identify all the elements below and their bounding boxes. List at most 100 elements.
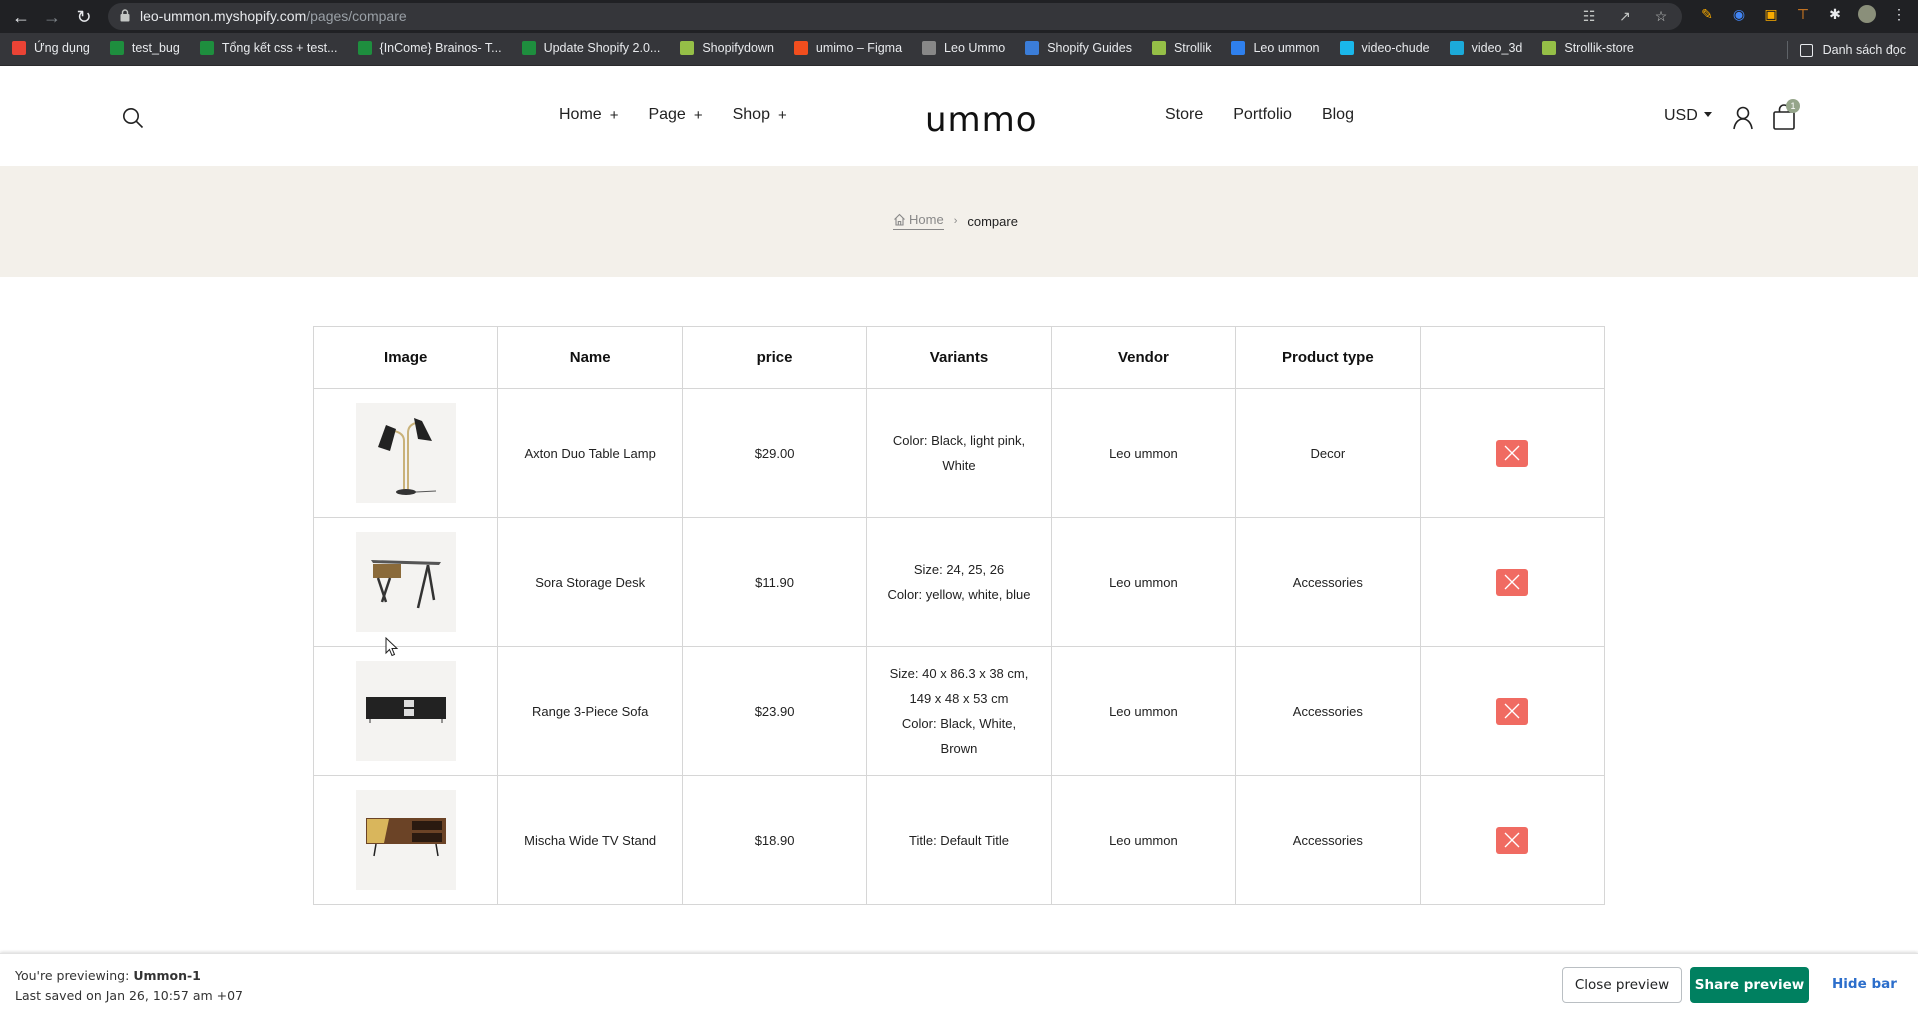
cell-price: $29.00 [681,388,868,518]
bookmark-item[interactable]: Strollik [1151,41,1211,55]
product-image-table-lamp[interactable] [355,403,456,503]
translate-icon[interactable]: ☷ [1580,8,1598,25]
extension-colorpicker-icon[interactable]: ◉ [1730,5,1748,23]
menu-item-home[interactable]: Home + [559,106,618,124]
reading-list-button[interactable]: Danh sách đọc [1786,41,1906,59]
remove-product-button[interactable] [1496,439,1529,467]
product-price: $18.90 [754,832,795,848]
bookmark-item[interactable]: Shopifydown [680,41,774,55]
menu-item-shop[interactable]: Shop + [733,106,787,124]
product-name[interactable]: Axton Duo Table Lamp [525,446,656,461]
sheets-icon [199,41,214,55]
main-menu-right: Store Portfolio Blog [1165,106,1384,124]
extensions-puzzle-icon[interactable]: ✱ [1826,5,1844,23]
breadcrumb-current: compare [967,213,1018,229]
product-image-storage-desk[interactable] [355,532,456,632]
bookmark-label: video_3d [1471,41,1523,55]
share-preview-button[interactable]: Share preview [1690,967,1809,1003]
menu-item-portfolio[interactable]: Portfolio [1233,106,1292,124]
hide-bar-link[interactable]: Hide bar [1832,976,1897,992]
bookmark-item[interactable]: Shopify Guides [1025,41,1132,55]
remove-product-button[interactable] [1496,568,1529,596]
cell-product-type: Decor [1235,388,1421,518]
preview-info: You're previewing: Ummon-1 Last saved on… [15,966,243,1006]
remove-product-button[interactable] [1496,697,1529,725]
menu-item-page[interactable]: Page + [648,106,702,124]
variant-line: Title: Default Title [909,832,1009,848]
cell-product-type: Accessories [1235,517,1421,647]
cell-price: $18.90 [681,775,868,905]
breadcrumb-home-link[interactable]: Home [893,212,944,230]
share-icon[interactable]: ↗ [1616,8,1634,25]
user-account-icon[interactable] [1732,106,1754,130]
variant-line: Size: 40 x 86.3 x 38 cm, [889,666,1029,681]
bookmark-label: Strollik-store [1564,41,1634,55]
bookmark-item[interactable]: Update Shopify 2.0... [521,41,660,55]
extension-pencil-icon[interactable]: ✎ [1698,5,1716,23]
bookmark-item[interactable]: test_bug [109,41,180,55]
variant-line: White [942,458,976,473]
product-image-tv-stand[interactable] [355,790,456,890]
menu-item-blog[interactable]: Blog [1322,106,1354,124]
cell-name: Sora Storage Desk [497,517,683,647]
reload-button[interactable]: ↻ [73,6,95,28]
bookmark-item[interactable]: Leo ummon [1231,41,1320,55]
search-icon[interactable] [122,107,144,129]
cell-remove [1419,775,1606,905]
theme-preview-bar: You're previewing: Ummon-1 Last saved on… [0,953,1918,1014]
forward-button[interactable]: → [41,6,63,28]
column-header-product-type: Product type [1235,326,1421,389]
cell-image [312,646,499,776]
product-name[interactable]: Mischa Wide TV Stand [524,833,656,848]
remove-product-button[interactable] [1496,826,1529,854]
divider [1786,41,1788,59]
cell-name: Mischa Wide TV Stand [497,775,683,905]
bookmark-item[interactable]: umimo – Figma [793,41,902,55]
variant-line: 149 x 48 x 53 cm [909,691,1009,706]
product-type: Decor [1310,445,1346,461]
cell-image [312,388,499,518]
url-text: leo-ummon.myshopify.com/pages/compare [140,8,407,24]
product-type: Accessories [1292,574,1363,590]
bookmark-item[interactable]: video_3d [1449,41,1523,55]
leo-icon [922,41,937,55]
product-name[interactable]: Sora Storage Desk [535,575,645,590]
page-banner: Home › compare [0,166,1918,277]
cart-count-badge: 1 [1786,99,1800,113]
close-preview-button[interactable]: Close preview [1562,967,1682,1003]
product-price: $23.90 [754,703,795,719]
product-vendor: Leo ummon [1109,703,1178,719]
theme-name: Ummon-1 [133,968,201,983]
product-type: Accessories [1292,703,1363,719]
bookmark-item[interactable]: Leo Ummo [922,41,1005,55]
bookmark-item[interactable]: Tổng kết css + test... [199,41,338,55]
lock-icon [120,9,130,22]
bookmark-item[interactable]: {InCome} Brainos- T... [357,41,502,55]
bookmark-label: video-chude [1361,41,1430,55]
extension-screenshot-icon[interactable]: ▣ [1762,5,1780,23]
bookmark-item[interactable]: video-chude [1339,41,1430,55]
site-logo[interactable]: ummo [925,100,1038,140]
menu-item-store[interactable]: Store [1165,106,1203,124]
cell-image [312,517,499,647]
product-image-black-sideboard[interactable] [355,661,456,761]
cell-vendor: Leo ummon [1050,775,1237,905]
browser-menu-icon[interactable]: ⋮ [1890,5,1908,23]
bookmark-item[interactable]: Strollik-store [1542,41,1634,55]
back-button[interactable]: ← [10,6,32,28]
sheets-icon [357,41,372,55]
currency-selector[interactable]: USD [1664,107,1712,125]
extension-measure-icon[interactable]: ⊤ [1794,5,1812,23]
site-header: Home + Page + Shop + ummo Store Portfolio B… [0,66,1918,166]
shopify-icon [680,41,695,55]
cell-name: Axton Duo Table Lamp [497,388,683,518]
vimeo-icon [1339,41,1354,55]
product-name[interactable]: Range 3-Piece Sofa [532,704,648,719]
bookmark-item[interactable]: Ứng dụng [12,41,90,55]
product-vendor: Leo ummon [1109,832,1178,848]
profile-avatar[interactable] [1858,5,1876,23]
bookmarks-bar: Ứng dụng test_bug Tổng kết css + test... {I… [0,33,1918,66]
bookmark-star-icon[interactable]: ☆ [1652,8,1670,25]
variant-line: Color: Black, White, [901,716,1017,731]
address-bar[interactable]: leo-ummon.myshopify.com/pages/compare ☷ … [108,3,1682,30]
